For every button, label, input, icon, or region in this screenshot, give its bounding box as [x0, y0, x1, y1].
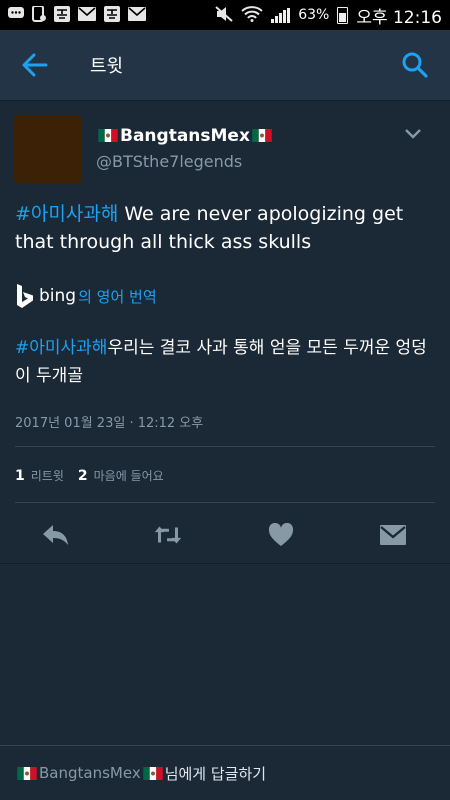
message-button[interactable] [377, 519, 409, 551]
reply-input[interactable]: BangtansMex 님에게 답글하기 [0, 745, 450, 800]
system-indicators: 63% 오후 12:16 [215, 3, 442, 28]
search-button[interactable] [400, 50, 430, 80]
wifi-icon [241, 5, 263, 25]
bing-logo-icon [17, 284, 33, 308]
tweet-stats: 1 리트윗 2 마음에 들어요 [15, 467, 178, 484]
author-display-name[interactable]: BangtansMex [96, 126, 274, 146]
clock: 오후 12:16 [356, 7, 442, 28]
reply-placeholder: 님에게 답글하기 [164, 764, 267, 783]
retweet-count-number: 1 [15, 468, 25, 484]
mobile-icon [32, 4, 46, 25]
hashtag-link[interactable]: #아미사과해 [15, 203, 118, 225]
signal-icon [271, 7, 291, 23]
tweet-menu-button[interactable] [404, 126, 422, 140]
author-handle[interactable]: @BTSthe7legends [96, 152, 242, 171]
mexico-flag-icon [17, 766, 37, 780]
avatar[interactable] [14, 115, 82, 183]
status-bar: 63% 오후 12:16 [0, 0, 450, 30]
like-count-number: 2 [77, 468, 88, 484]
mexico-flag-icon [142, 766, 163, 780]
tweet-text: #아미사과해 We are never apologizing get that… [15, 200, 435, 256]
heart-icon [268, 523, 294, 546]
retweet-count-label: 리트윗 [30, 469, 64, 483]
mexico-flag-icon [98, 129, 118, 142]
chevron-down-icon [405, 129, 421, 139]
back-button[interactable] [20, 51, 50, 79]
chat-icon [8, 6, 24, 24]
tweet-actions [0, 515, 450, 555]
divider [15, 502, 435, 503]
hashtag-link[interactable]: #아미사과해 [15, 338, 107, 358]
retweet-icon [154, 526, 182, 544]
mail-icon [78, 6, 96, 24]
app-bar: 트윗 [0, 30, 450, 101]
pick-icon [104, 5, 120, 25]
search-icon [402, 52, 428, 78]
reply-icon [43, 525, 68, 545]
retweet-count[interactable]: 1 리트윗 [15, 467, 64, 484]
mexico-flag-icon [252, 129, 272, 142]
pick-icon [54, 5, 70, 25]
translated-text: #아미사과해우리는 결코 사과 통해 얻을 모든 두꺼운 엉덩이 두개골 [15, 334, 435, 390]
arrow-left-icon [22, 53, 48, 77]
notification-icons [8, 4, 146, 25]
author-name-text: BangtansMex [120, 126, 250, 146]
page-title: 트윗 [90, 56, 124, 77]
translation-label: 의 영어 번역 [78, 287, 157, 306]
message-icon [380, 525, 406, 545]
retweet-button[interactable] [152, 519, 184, 551]
tweet-timestamp: 2017년 01월 23일 · 12:12 오후 [15, 416, 204, 431]
replies-area [0, 563, 450, 746]
translation-provider: bing [39, 286, 77, 306]
divider [15, 446, 435, 447]
translation-toggle[interactable]: bing 의 영어 번역 [15, 283, 157, 309]
like-count-label: 마음에 들어요 [93, 469, 164, 483]
battery-percent: 63% [298, 7, 330, 23]
mute-icon [215, 5, 233, 25]
like-button[interactable] [265, 519, 297, 551]
mail-icon [128, 6, 146, 24]
reply-button[interactable] [40, 519, 72, 551]
like-count[interactable]: 2 마음에 들어요 [78, 467, 164, 484]
battery-icon [337, 6, 349, 24]
reply-recipient: BangtansMex [39, 764, 141, 782]
